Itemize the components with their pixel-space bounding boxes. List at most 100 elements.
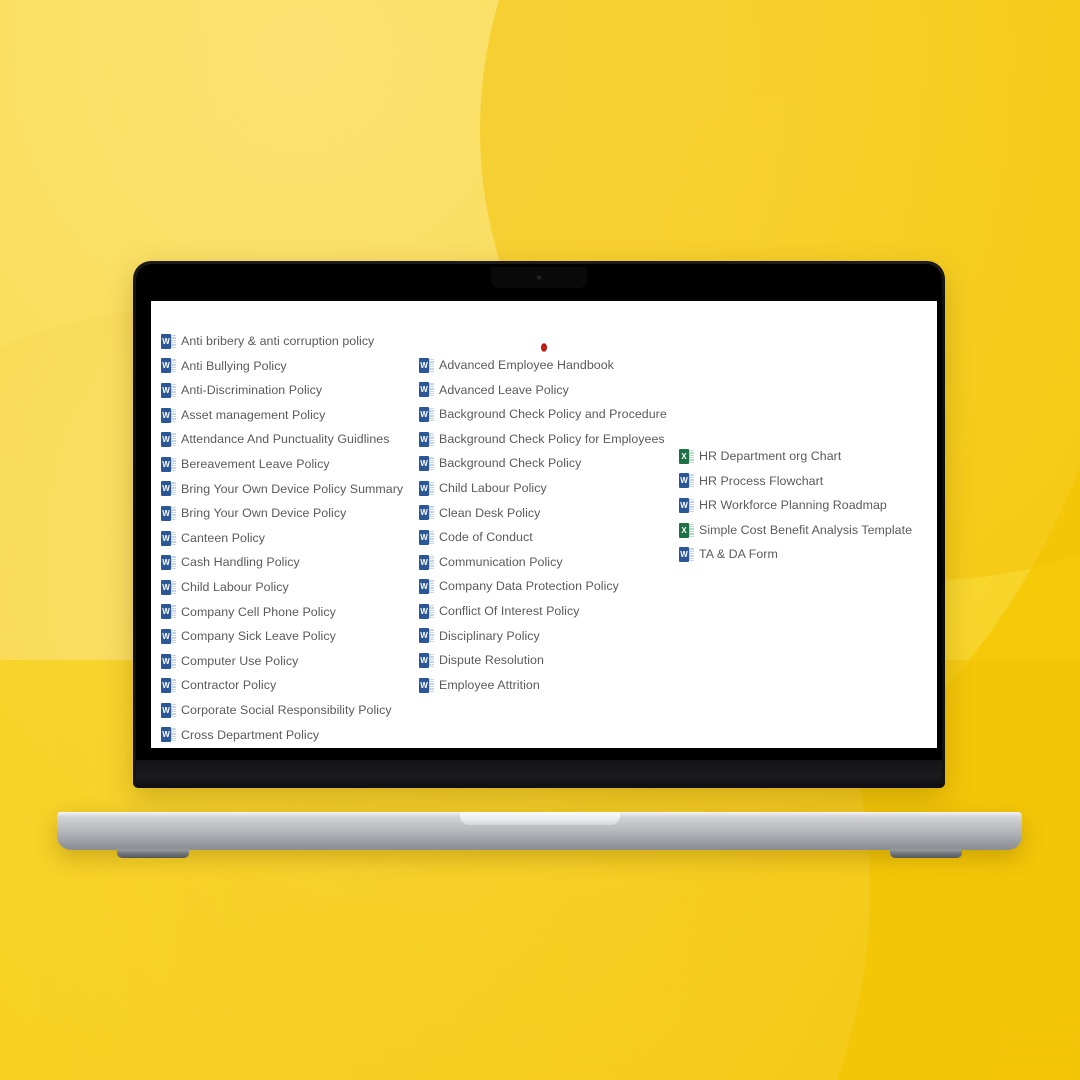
file-list-item[interactable]: W Cross Department Policy [161, 723, 419, 748]
icon-letter: W [420, 582, 428, 592]
file-list-item[interactable]: W Bring Your Own Device Policy Summary [161, 477, 419, 502]
file-list-item[interactable]: W Communication Policy [419, 550, 679, 575]
icon-page [171, 482, 176, 496]
file-name-label: Advanced Leave Policy [439, 382, 569, 397]
icon-letter: W [680, 476, 688, 486]
icon-letter: W [420, 385, 428, 395]
icon-letter: W [162, 336, 170, 346]
file-name-label: Simple Cost Benefit Analysis Template [699, 522, 913, 537]
icon-page [429, 555, 434, 569]
file-name-label: Background Check Policy for Employees [439, 431, 665, 446]
icon-page [171, 433, 176, 447]
icon-letter: W [420, 655, 428, 665]
file-list-item[interactable]: W Dispute Resolution [419, 648, 679, 673]
file-list-item[interactable]: W Canteen Policy [161, 526, 419, 551]
file-list-item[interactable]: W Clean Desk Policy [419, 501, 679, 526]
file-list-item[interactable]: W HR Workforce Planning Roadmap [679, 493, 927, 518]
icon-page [429, 506, 434, 520]
file-list-item[interactable]: W Disciplinary Policy [419, 624, 679, 649]
icon-page [171, 383, 176, 397]
icon-page [429, 629, 434, 643]
laptop-base-latch-notch [459, 812, 620, 825]
file-list-item[interactable]: W Bring Your Own Device Policy [161, 501, 419, 526]
word-document-icon: W [679, 473, 694, 489]
file-list-item[interactable]: W Anti bribery & anti corruption policy [161, 329, 419, 354]
file-list-item[interactable]: W Advanced Leave Policy [419, 378, 679, 403]
icon-page [171, 408, 176, 422]
file-list-item[interactable]: W Company Data Protection Policy [419, 574, 679, 599]
icon-letter: X [681, 525, 687, 535]
word-document-icon: W [161, 628, 176, 644]
file-list-item[interactable]: W Advanced Employee Handbook [419, 353, 679, 378]
icon-page [429, 407, 434, 421]
icon-page [429, 481, 434, 495]
file-list-item[interactable]: W TA & DA Form [679, 542, 927, 567]
file-list-item[interactable]: W Company Cell Phone Policy [161, 600, 419, 625]
file-list-item[interactable]: W Corporate Social Responsibility Policy [161, 698, 419, 723]
file-name-label: Child Labour Policy [439, 481, 547, 496]
icon-letter: W [420, 483, 428, 493]
laptop-notch [491, 267, 587, 288]
file-list-item[interactable]: W Code of Conduct [419, 525, 679, 550]
file-list-item[interactable]: W Conflict Of Interest Policy [419, 599, 679, 624]
icon-letter: W [162, 681, 170, 691]
icon-letter: W [162, 435, 170, 445]
file-list-item[interactable]: W Child Labour Policy [161, 575, 419, 600]
icon-page [171, 359, 176, 373]
word-document-icon: W [161, 604, 176, 620]
file-name-label: Anti Bullying Policy [181, 358, 287, 373]
file-name-label: Cash Handling Policy [181, 555, 300, 570]
icon-page [689, 449, 694, 463]
webcam-icon [536, 275, 542, 280]
word-document-icon: W [161, 555, 176, 571]
file-list-item[interactable]: W Background Check Policy [419, 451, 679, 476]
word-document-icon: W [161, 505, 176, 521]
icon-page [429, 432, 434, 446]
file-list-item[interactable]: W Employee Attrition [419, 673, 679, 698]
file-name-label: Conflict Of Interest Policy [439, 604, 580, 619]
word-document-icon: W [419, 382, 434, 398]
laptop-bezel: W Anti bribery & anti corruption policy W A… [136, 264, 942, 788]
icon-page [171, 703, 176, 717]
file-name-label: Company Sick Leave Policy [181, 629, 336, 644]
laptop-lid: W Anti bribery & anti corruption policy W A… [133, 261, 945, 788]
icon-page [689, 523, 694, 537]
file-list-item[interactable]: W Asset management Policy [161, 403, 419, 428]
file-list-item[interactable]: W Contractor Policy [161, 673, 419, 698]
file-name-label: HR Process Flowchart [699, 473, 824, 488]
icon-page [171, 556, 176, 570]
file-list-item[interactable]: W Background Check Policy and Procedure [419, 402, 679, 427]
file-name-label: Disciplinary Policy [439, 628, 540, 643]
file-name-label: Anti-Discrimination Policy [181, 383, 323, 398]
laptop-base [57, 812, 1022, 858]
file-list-item[interactable]: W Bereavement Leave Policy [161, 452, 419, 477]
file-list-item[interactable]: W Cash Handling Policy [161, 550, 419, 575]
file-name-label: Corporate Social Responsibility Policy [181, 703, 392, 717]
icon-page [171, 580, 176, 594]
file-list-item[interactable]: W Anti Bullying Policy [161, 354, 419, 379]
file-list-item[interactable]: W Company Sick Leave Policy [161, 624, 419, 649]
laptop-screen[interactable]: W Anti bribery & anti corruption policy W A… [151, 301, 937, 748]
icon-page [171, 679, 176, 693]
word-document-icon: W [419, 554, 434, 570]
file-column-3: X HR Department org Chart W HR Process Flow… [679, 444, 927, 567]
file-list-item[interactable]: W Child Labour Policy [419, 476, 679, 501]
laptop-foot-right [890, 849, 962, 858]
file-list-item[interactable]: W Computer Use Policy [161, 649, 419, 674]
icon-page [429, 358, 434, 372]
icon-page [429, 580, 434, 594]
file-list-item[interactable]: X Simple Cost Benefit Analysis Template [679, 518, 927, 543]
icon-letter: W [162, 484, 170, 494]
icon-page [171, 605, 176, 619]
file-list-item[interactable]: W Background Check Policy for Employees [419, 427, 679, 452]
file-list-item[interactable]: W Attendance And Punctuality Guidlines [161, 427, 419, 452]
file-name-label: Bring Your Own Device Policy [181, 506, 347, 521]
file-list-item[interactable]: W Anti-Discrimination Policy [161, 378, 419, 403]
file-list-item[interactable]: W HR Process Flowchart [679, 469, 927, 494]
file-name-label: Cross Department Policy [181, 727, 320, 742]
file-name-label: Code of Conduct [439, 530, 533, 545]
icon-letter: W [680, 500, 688, 510]
word-document-icon: W [161, 481, 176, 497]
file-list-item[interactable]: X HR Department org Chart [679, 444, 927, 469]
icon-letter: W [162, 385, 170, 395]
